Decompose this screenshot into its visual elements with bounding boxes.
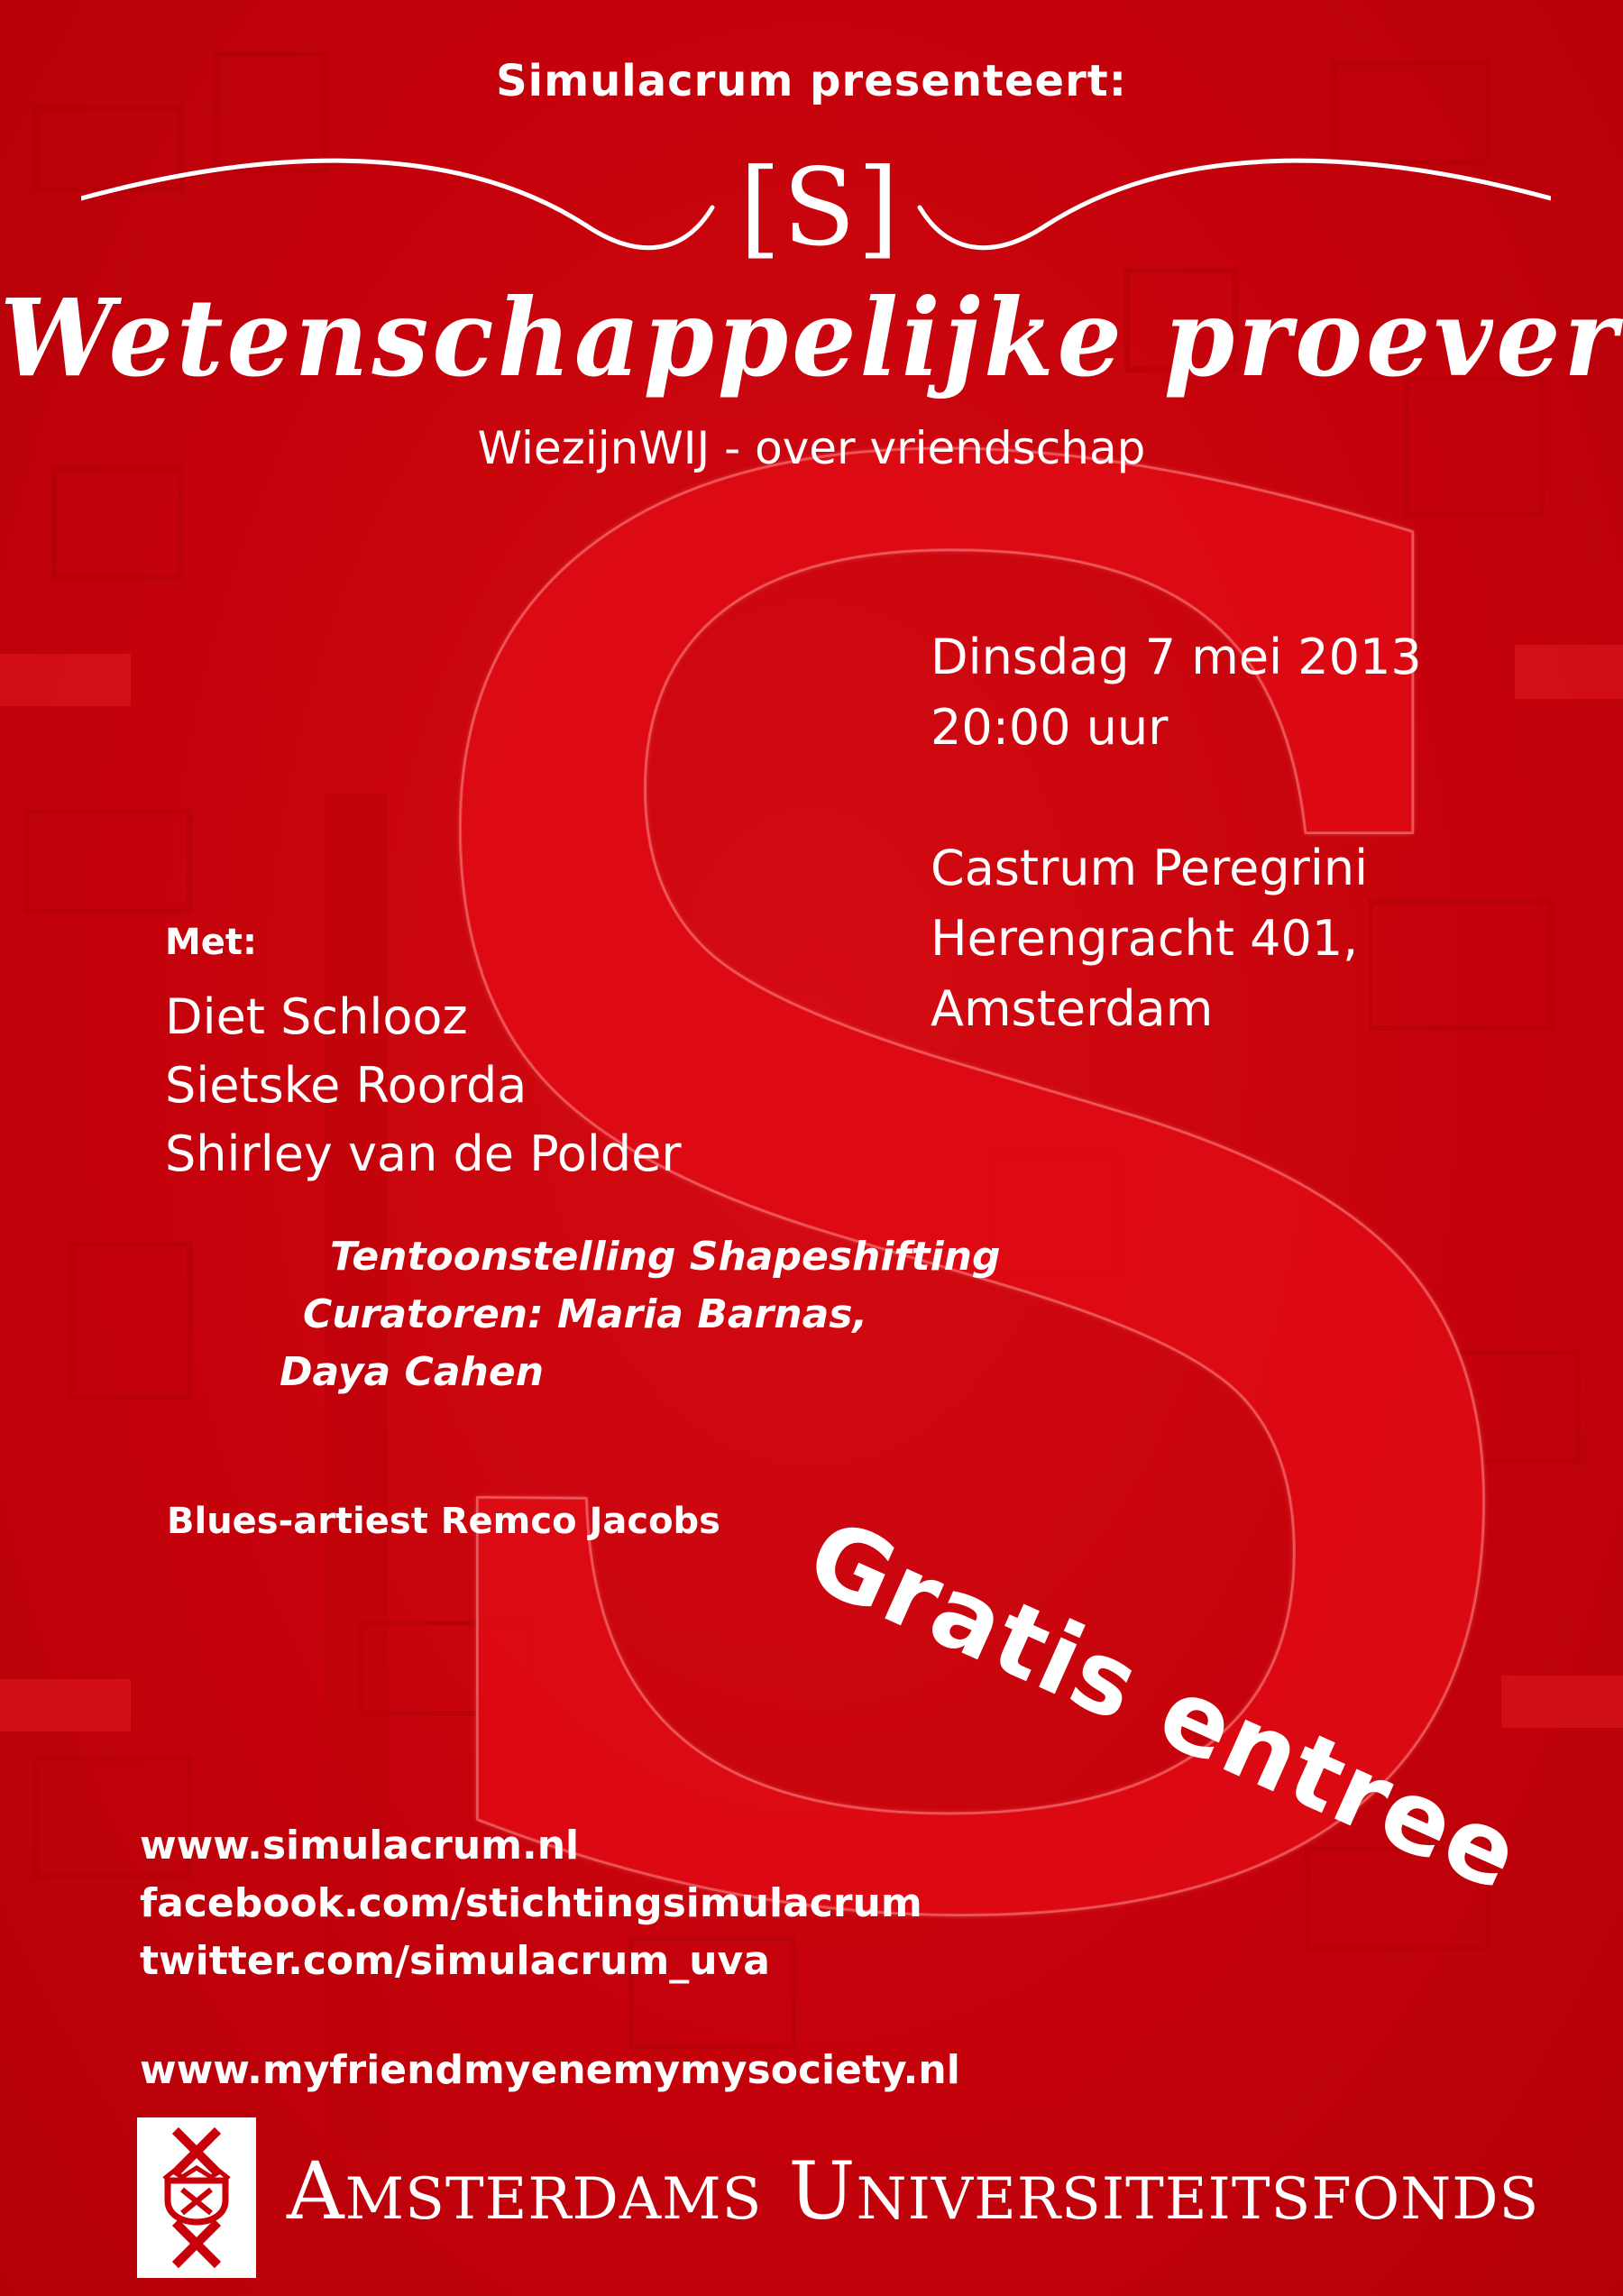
exhibition-line-1: Tentoonstelling Shapeshifting xyxy=(330,1234,1001,1280)
twitter-link[interactable]: twitter.com/simulacrum_uva xyxy=(140,1933,922,1990)
facebook-link[interactable]: facebook.com/stichtingsimulacrum xyxy=(140,1875,922,1933)
website-link[interactable]: www.simulacrum.nl xyxy=(140,1817,922,1875)
sponsor-name: AMSTERDAMS UNIVERSITEITSFONDS xyxy=(287,2144,1540,2237)
speakers-label: Met: xyxy=(165,922,258,963)
musician-line: Blues-artiest Remco Jacobs xyxy=(167,1501,720,1542)
amsterdam-emblem-logo xyxy=(137,2117,256,2278)
event-city: Amsterdam xyxy=(931,980,1214,1037)
partner-website-link[interactable]: www.myfriendmyenemymysociety.nl xyxy=(140,2047,960,2093)
event-details: Dinsdag 7 mei 2013 20:00 uur Castrum Per… xyxy=(931,622,1422,1044)
speaker-item: Shirley van de Polder xyxy=(165,1125,682,1182)
speakers-list: Diet Schlooz Sietske Roorda Shirley van … xyxy=(165,983,682,1189)
subtitle: WiezijnWIJ - over vriendschap xyxy=(477,422,1146,474)
event-time: 20:00 uur xyxy=(931,699,1169,756)
page-title: Wetenschappelijke proeverij xyxy=(0,276,1623,401)
presenter-line: Simulacrum presenteert: xyxy=(496,56,1127,106)
event-poster: S Simulacrum presenteert: [S] Wetenschap… xyxy=(0,0,1623,2296)
xxx-crosses-icon xyxy=(162,2126,231,2269)
social-links: www.simulacrum.nl facebook.com/stichting… xyxy=(140,1817,922,1990)
speaker-item: Diet Schlooz xyxy=(165,988,468,1045)
event-date: Dinsdag 7 mei 2013 xyxy=(931,629,1422,685)
exhibition-line-2: Curatoren: Maria Barnas, xyxy=(303,1291,868,1337)
event-address: Herengracht 401, xyxy=(931,910,1359,967)
simulacrum-logo: [S] xyxy=(739,145,901,270)
exhibition-line-3: Daya Cahen xyxy=(280,1349,545,1395)
speaker-item: Sietske Roorda xyxy=(165,1057,527,1114)
event-venue: Castrum Peregrini xyxy=(931,840,1369,896)
